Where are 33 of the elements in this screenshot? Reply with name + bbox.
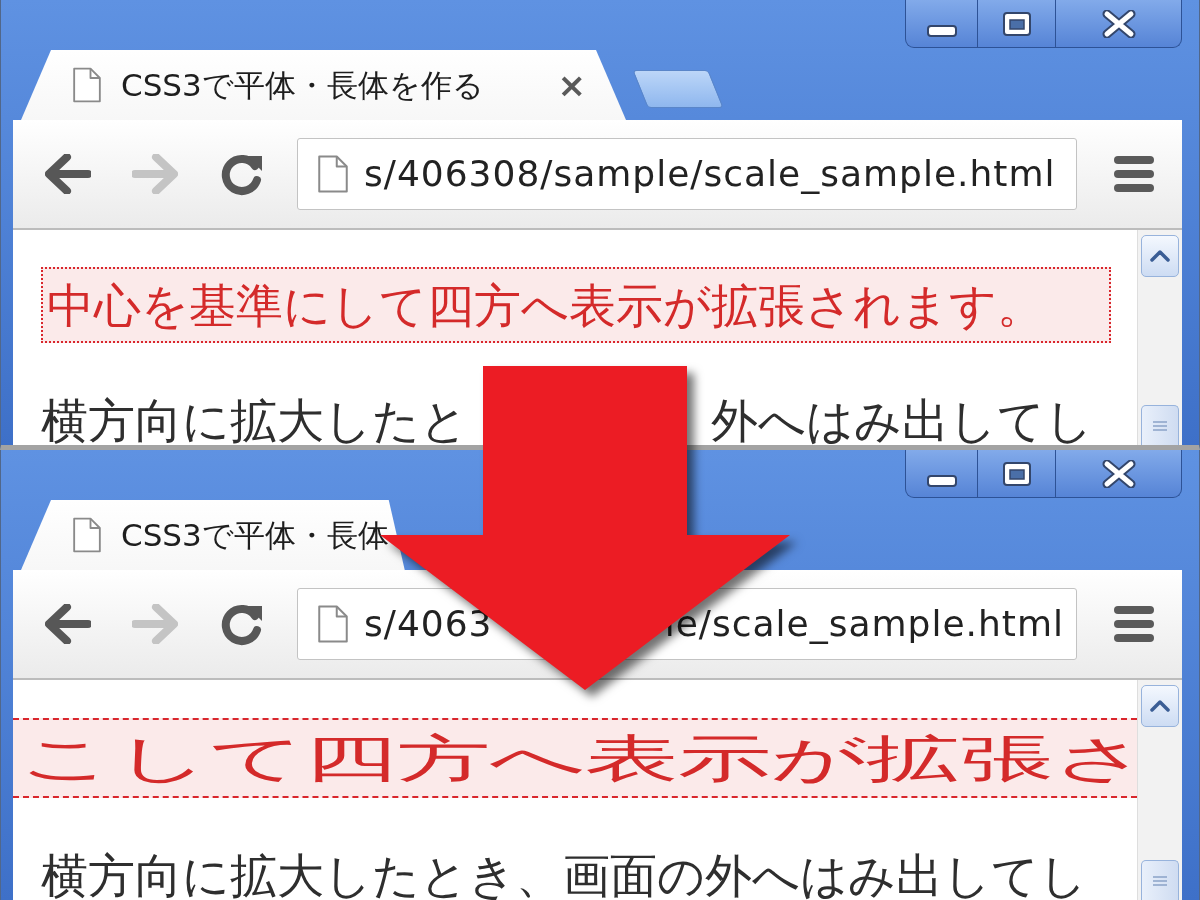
scrollbar-thumb[interactable] (1141, 860, 1179, 900)
close-icon (1101, 9, 1136, 38)
page-icon (318, 605, 348, 643)
body-text: 横方向に拡大したとき、画面の外へはみ出してし (41, 852, 1087, 899)
maximize-icon (1001, 10, 1032, 37)
browser-tab[interactable]: CSS3で平体・長体を作る × (21, 50, 626, 120)
grip-icon (1153, 420, 1167, 431)
highlighted-text: 中心を基準にして四方へ表示が拡張されます。 (47, 281, 1044, 329)
url-text: s/4063 (364, 606, 493, 642)
scroll-up-button[interactable] (1141, 685, 1179, 727)
page-icon (73, 517, 101, 553)
close-tab-button[interactable]: × (557, 68, 586, 102)
minimize-icon (926, 475, 957, 487)
browser-tab[interactable]: CSS3で平体・長体 (21, 500, 405, 570)
minimize-icon (926, 25, 957, 37)
address-field[interactable]: s/406308/sample/scale_sample.html (297, 138, 1077, 210)
scroll-up-button[interactable] (1141, 235, 1179, 277)
body-text: 横方向に拡大したと (41, 397, 468, 444)
chevron-up-icon (1150, 700, 1170, 712)
close-icon (1101, 459, 1136, 488)
stretched-text: こして四方へ表示が拡張さ (19, 732, 1137, 784)
page-icon (318, 155, 348, 193)
tab-title: CSS3で平体・長体を作る (121, 69, 484, 101)
maximize-icon (1001, 460, 1032, 487)
tab-title: CSS3で平体・長体 (121, 519, 389, 551)
url-text: s/406308/sample/scale_sample.html (364, 156, 1056, 192)
grip-icon (1153, 875, 1167, 886)
page-icon (73, 67, 101, 103)
chevron-up-icon (1150, 250, 1170, 262)
menu-icon (1114, 606, 1154, 642)
menu-icon (1114, 156, 1154, 192)
body-text: 外へはみ出してし (711, 397, 1093, 444)
scrollbar-thumb[interactable] (1141, 405, 1179, 445)
